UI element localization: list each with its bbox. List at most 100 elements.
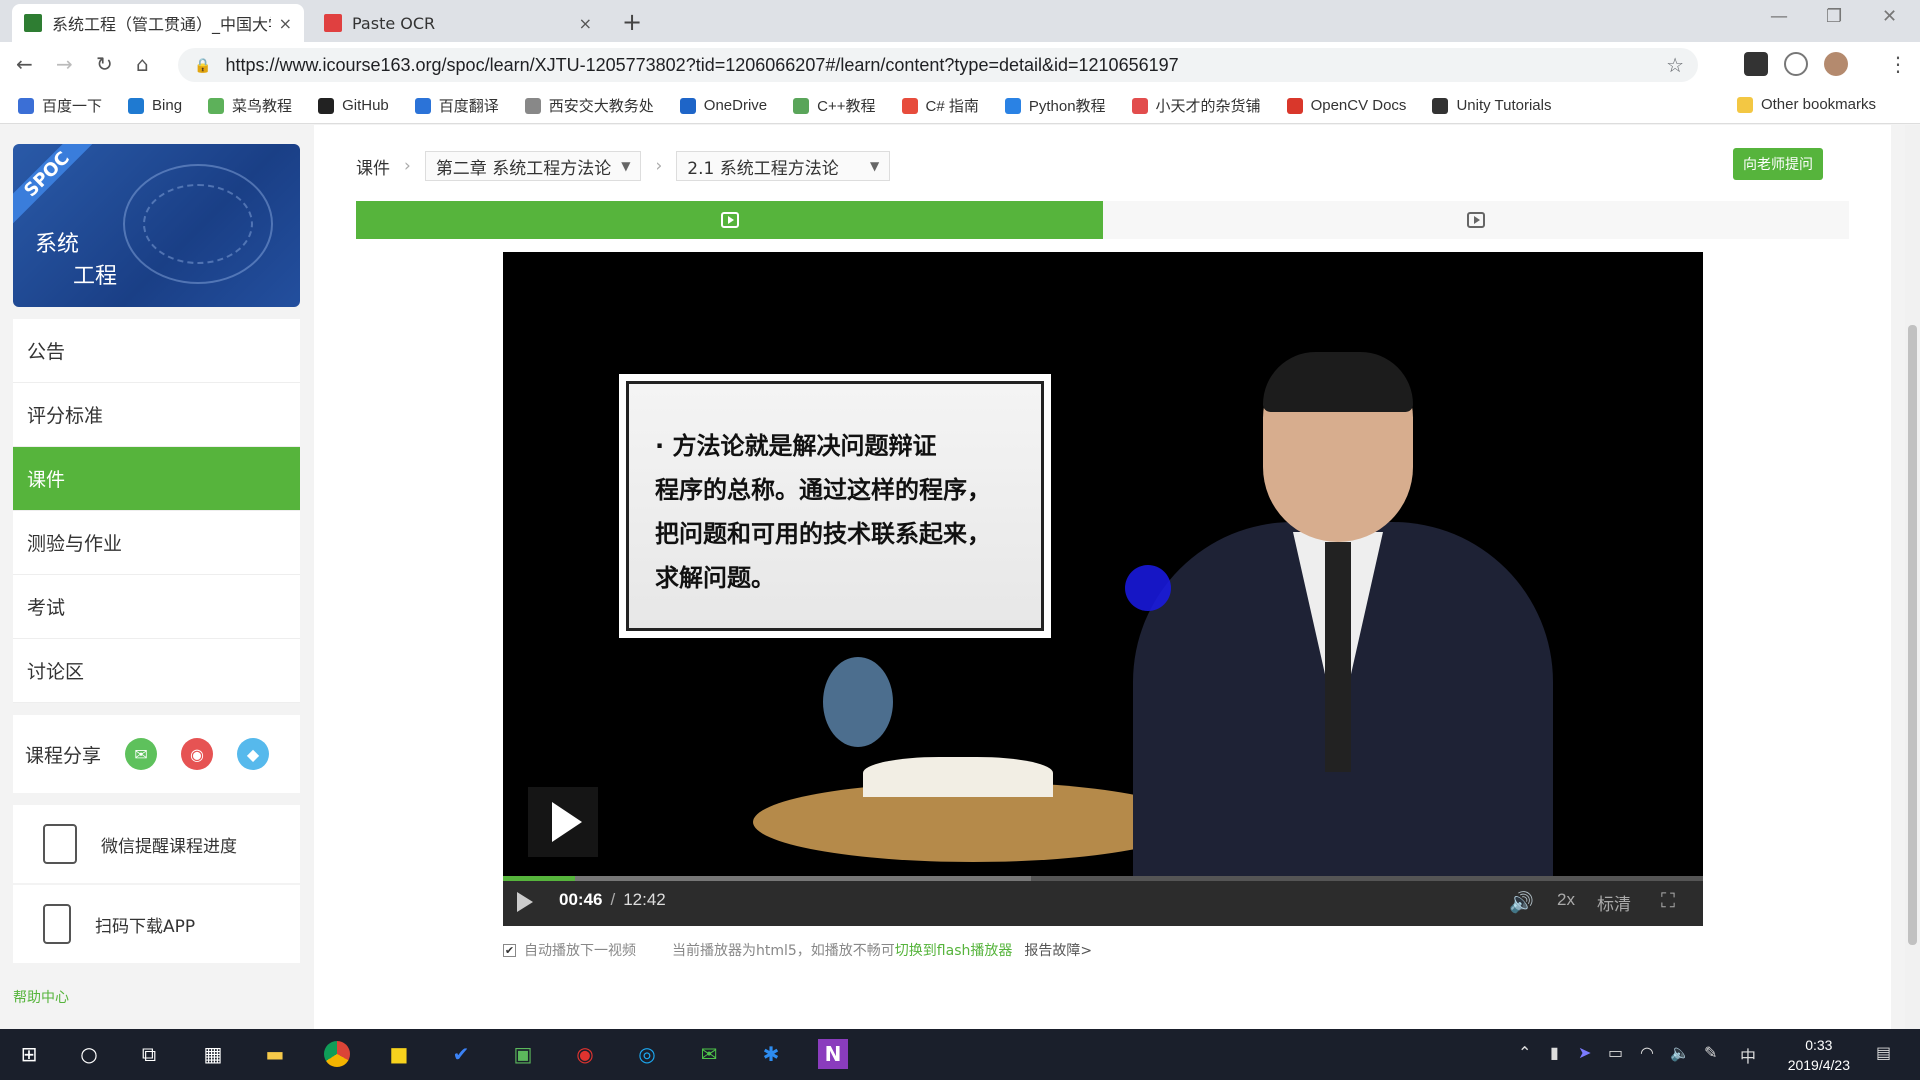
forward-icon[interactable]: →	[56, 52, 73, 76]
avatar[interactable]	[1824, 52, 1848, 76]
switch-flash-link[interactable]: 切换到flash播放器	[895, 940, 1013, 960]
input-method-indicator[interactable]: 中	[1740, 1043, 1756, 1067]
slide-text: · 方法论就是解决问题辩证 程序的总称。通过这样的程序， 把问题和可用的技术联系…	[626, 381, 1044, 631]
lecturer-hair	[1263, 352, 1413, 412]
wifi-icon[interactable]: ◠	[1640, 1043, 1654, 1062]
speed-button[interactable]: 2x	[1557, 890, 1575, 910]
sidebar-item-exam[interactable]: 考试	[13, 575, 300, 639]
address-bar[interactable]: 🔒 https://www.icourse163.org/spoc/learn/…	[178, 48, 1698, 82]
sidebar-item-grading[interactable]: 评分标准	[13, 383, 300, 447]
bookmark-item[interactable]: OneDrive	[679, 97, 767, 114]
windows-start-icon[interactable]: ⊞	[14, 1039, 44, 1069]
extension-icon[interactable]	[1784, 52, 1808, 76]
download-app-label: 扫码下载APP	[95, 916, 196, 937]
reload-icon[interactable]: ↻	[96, 52, 113, 76]
mail-icon[interactable]: ◎	[632, 1039, 662, 1069]
chapter-select-value: 第二章 系统工程方法论	[435, 158, 612, 179]
tray-app-icon[interactable]: ▮	[1550, 1043, 1559, 1062]
minimize-icon[interactable]: —	[1770, 6, 1788, 27]
bookmark-item[interactable]: 百度翻译	[414, 95, 499, 116]
report-fault-link[interactable]: 报告故障>	[1024, 940, 1092, 960]
page-scrollbar[interactable]	[1905, 125, 1920, 1029]
sidebar-item-quiz[interactable]: 测验与作业	[13, 511, 300, 575]
bookmark-star-icon[interactable]: ☆	[1666, 53, 1684, 78]
course-banner[interactable]: SPOC 系统 工程	[13, 144, 300, 307]
other-bookmarks[interactable]: Other bookmarks	[1736, 96, 1876, 113]
netease-music-icon[interactable]: ◉	[570, 1039, 600, 1069]
new-tab-button[interactable]: +	[622, 8, 642, 36]
download-app-card[interactable]: 扫码下载APP	[13, 885, 300, 963]
battery-icon[interactable]: ▭	[1608, 1043, 1623, 1062]
tray-expand-icon[interactable]: ⌃	[1518, 1043, 1531, 1062]
phone-icon	[43, 904, 71, 944]
star-app-icon[interactable]: ✱	[756, 1039, 786, 1069]
todo-icon[interactable]: ✔	[446, 1039, 476, 1069]
unit-tab-video-2[interactable]	[1103, 201, 1849, 239]
section-select[interactable]: 2.1 系统工程方法论 ▼	[676, 151, 891, 181]
back-icon[interactable]: ←	[16, 52, 33, 76]
wechat-icon[interactable]: ✉	[125, 738, 158, 770]
sidebar-item-discussion[interactable]: 讨论区	[13, 639, 300, 703]
onenote-icon[interactable]: N	[818, 1039, 848, 1069]
quality-button[interactable]: 标清	[1597, 890, 1631, 915]
fullscreen-icon[interactable]: ⛶	[1661, 890, 1675, 913]
tray-app-icon[interactable]: ➤	[1578, 1043, 1591, 1062]
excel-like-icon[interactable]: ▣	[508, 1039, 538, 1069]
qq-icon[interactable]: ◆	[237, 738, 270, 770]
sidebar-item-announcement[interactable]: 公告	[13, 319, 300, 383]
sidebar-item-courseware[interactable]: 课件	[13, 447, 300, 511]
big-play-button[interactable]	[528, 787, 598, 857]
scrollbar-thumb[interactable]	[1908, 325, 1917, 945]
share-label: 课程分享	[25, 744, 102, 767]
bookmark-favicon-icon	[1131, 97, 1148, 114]
wechat-reminder-label: 微信提醒课程进度	[101, 836, 237, 857]
bookmark-item[interactable]: Bing	[128, 97, 182, 114]
task-view-icon[interactable]: ⧉	[134, 1039, 164, 1069]
calculator-icon[interactable]: ▦	[198, 1039, 228, 1069]
volume-icon[interactable]: 🔈	[1670, 1043, 1690, 1062]
help-center-link[interactable]: 帮助中心	[13, 987, 300, 1007]
bookmark-item[interactable]: C# 指南	[901, 95, 979, 116]
pen-icon[interactable]: ✎	[1704, 1043, 1717, 1062]
wechat-icon[interactable]: ✉	[694, 1039, 724, 1069]
restore-icon[interactable]: ❐	[1826, 6, 1842, 27]
autoplay-checkbox[interactable]: ✔	[503, 943, 516, 957]
bookmark-label: Python教程	[1028, 98, 1106, 115]
chapter-select[interactable]: 第二章 系统工程方法论 ▼	[424, 151, 642, 181]
ask-teacher-button[interactable]: 向老师提问	[1733, 148, 1823, 180]
bookmark-item[interactable]: 百度一下	[18, 95, 102, 116]
bookmark-item[interactable]: Python教程	[1004, 95, 1106, 116]
search-icon[interactable]: ○	[74, 1039, 104, 1069]
close-icon[interactable]: ×	[279, 14, 292, 33]
bookmark-item[interactable]: 菜鸟教程	[208, 95, 292, 116]
bookmark-item[interactable]: OpenCV Docs	[1286, 97, 1406, 114]
bookmark-item[interactable]: 西安交大教务处	[524, 95, 654, 116]
bookmark-item[interactable]: 小天才的杂货铺	[1131, 95, 1261, 116]
breadcrumb-root[interactable]: 课件	[356, 154, 390, 179]
play-icon[interactable]	[517, 892, 533, 912]
extension-icon[interactable]	[1744, 52, 1768, 76]
bookmark-favicon-icon	[414, 97, 431, 114]
file-explorer-icon[interactable]: ▬	[260, 1039, 290, 1069]
system-clock[interactable]: 0:33 2019/4/23	[1788, 1035, 1850, 1075]
close-icon[interactable]: ×	[579, 14, 592, 33]
wechat-reminder-card[interactable]: 微信提醒课程进度	[13, 805, 300, 883]
volume-icon[interactable]: 🔊	[1509, 890, 1534, 915]
tab-course[interactable]: 系统工程（管工贯通）_中国大学 ×	[12, 4, 304, 42]
bookmark-item[interactable]: GitHub	[318, 97, 389, 114]
chrome-icon[interactable]	[322, 1039, 352, 1069]
close-window-icon[interactable]: ✕	[1882, 6, 1897, 27]
sticky-notes-icon[interactable]: ■	[384, 1039, 414, 1069]
video-player[interactable]: · 方法论就是解决问题辩证 程序的总称。通过这样的程序， 把问题和可用的技术联系…	[503, 252, 1703, 926]
bookmark-item[interactable]: Unity Tutorials	[1432, 97, 1551, 114]
unit-tab-video-1[interactable]	[356, 201, 1103, 239]
breadcrumb: 课件 › 第二章 系统工程方法论 ▼ › 2.1 系统工程方法论 ▼	[356, 151, 891, 181]
notification-icon[interactable]: ▤	[1876, 1043, 1891, 1062]
menu-kebab-icon[interactable]: ⋮	[1888, 52, 1908, 76]
tab-paste-ocr[interactable]: Paste OCR ×	[312, 4, 604, 42]
bookmark-item[interactable]: C++教程	[793, 95, 876, 116]
weibo-icon[interactable]: ◉	[181, 738, 214, 770]
progress-bar[interactable]	[503, 876, 1703, 881]
chevron-down-icon: ▼	[621, 159, 631, 173]
home-icon[interactable]: ⌂	[136, 52, 149, 76]
